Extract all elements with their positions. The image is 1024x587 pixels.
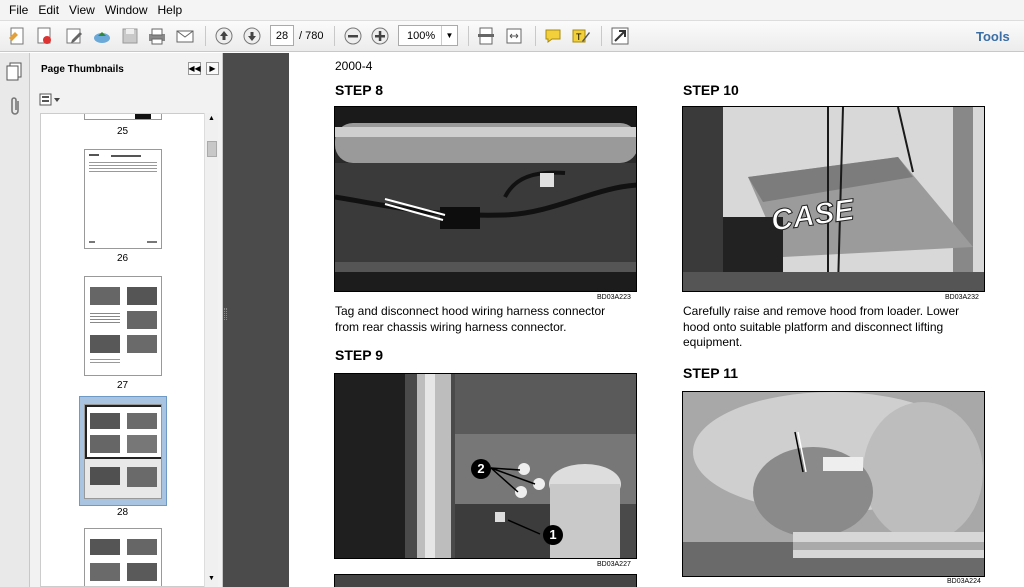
thumbnail-page-27[interactable] — [84, 276, 162, 376]
page-thumbnails-icon[interactable] — [6, 61, 24, 84]
scrollbar-thumb[interactable] — [207, 141, 217, 157]
text-line: Carefully raise and remove hood from loa… — [683, 304, 960, 318]
step-heading: STEP 10 — [683, 82, 739, 98]
thumbnail-label: 28 — [116, 507, 129, 518]
step-heading: STEP 8 — [335, 82, 383, 98]
chevron-down-icon[interactable]: ▼ — [441, 26, 457, 45]
create-pdf-icon[interactable] — [6, 25, 28, 47]
email-icon[interactable] — [174, 25, 196, 47]
scroll-up-icon[interactable]: ▲ — [205, 115, 218, 125]
thumbnail-label: 27 — [116, 380, 129, 391]
figure-code: BD03A232 — [945, 294, 979, 301]
thumbnail-label: 25 — [116, 126, 129, 137]
text-line: hood onto suitable platform and disconne… — [683, 319, 944, 334]
callout-2: 2 — [477, 461, 485, 476]
zoom-value: 100% — [407, 29, 436, 42]
zoom-select[interactable]: 100% ▼ — [398, 25, 458, 46]
menu-view[interactable]: View — [64, 3, 100, 17]
toolbar: T — [0, 21, 1024, 52]
page-number-input[interactable]: 28 — [270, 25, 294, 46]
toolbar-separator — [601, 26, 602, 46]
cloud-upload-icon[interactable] — [91, 25, 113, 47]
toolbar-separator — [535, 26, 536, 46]
document-background — [223, 53, 289, 587]
menu-edit[interactable]: Edit — [33, 3, 64, 17]
toolbar-separator — [468, 26, 469, 46]
thumbnail-page-29[interactable] — [84, 528, 162, 586]
text-line: from rear chassis wiring harness connect… — [335, 319, 567, 334]
menu-file[interactable]: File — [4, 3, 33, 17]
splitter-grip[interactable] — [224, 308, 227, 320]
page-count-label: / 780 — [299, 30, 324, 42]
panel-title: Page Thumbnails — [41, 64, 124, 75]
step-heading: STEP 11 — [683, 365, 739, 381]
thumbnail-page-26[interactable] — [84, 149, 162, 249]
menu-bar: File Edit View Window Help — [0, 0, 1024, 21]
previous-page-icon[interactable] — [213, 25, 235, 47]
save-icon[interactable] — [119, 25, 141, 47]
combine-pdf-icon[interactable] — [34, 25, 56, 47]
thumbnail-label: 26 — [116, 253, 129, 264]
thumbnails-panel: Page Thumbnails ◀◀ ▶ 25 26 27 28 ▲ ▼ — [30, 53, 223, 587]
options-menu-icon[interactable] — [39, 93, 61, 107]
step-10-text: Carefully raise and remove hood from loa… — [683, 304, 959, 351]
navigation-pane-strip — [0, 53, 30, 587]
text-line: Tag and disconnect hood wiring harness c… — [335, 304, 606, 318]
full-screen-icon[interactable] — [609, 25, 631, 47]
attachments-icon[interactable] — [7, 97, 23, 120]
collapse-panel-icon[interactable]: ◀◀ — [188, 62, 201, 75]
svg-text:T: T — [576, 32, 582, 42]
thumbnail-list[interactable]: 25 26 27 28 — [40, 113, 213, 587]
text-line: equipment. — [683, 335, 743, 349]
comment-icon[interactable] — [542, 25, 564, 47]
step-heading: STEP 9 — [335, 347, 383, 363]
scroll-down-icon[interactable]: ▼ — [205, 575, 218, 585]
step-9-photo: 2 1 — [334, 373, 637, 559]
step-8-photo — [334, 106, 637, 292]
callout-1: 1 — [549, 527, 557, 542]
toolbar-separator — [334, 26, 335, 46]
zoom-out-icon[interactable] — [342, 25, 364, 47]
menu-window[interactable]: Window — [100, 3, 153, 17]
menu-help[interactable]: Help — [153, 3, 188, 17]
expand-panel-icon[interactable]: ▶ — [206, 62, 219, 75]
fit-page-icon[interactable] — [475, 25, 497, 47]
figure-code: BD03A227 — [597, 561, 631, 568]
thumbnail-scrollbar[interactable]: ▲ ▼ — [204, 113, 218, 587]
next-page-icon[interactable] — [241, 25, 263, 47]
thumbnail-page-28[interactable] — [84, 404, 162, 499]
document-page: 2000-4 STEP 8 BD03A223 Tag and disconnec… — [289, 53, 1024, 587]
section-number: 2000-4 — [335, 59, 373, 73]
zoom-in-icon[interactable] — [369, 25, 391, 47]
highlight-icon[interactable]: T — [570, 25, 592, 47]
toolbar-separator — [205, 26, 206, 46]
tools-button[interactable]: Tools — [976, 29, 1010, 44]
print-icon[interactable] — [146, 25, 168, 47]
step-11-photo — [682, 391, 985, 577]
thumbnail-page-25[interactable] — [84, 114, 162, 120]
fit-width-icon[interactable] — [503, 25, 525, 47]
step-8-text: Tag and disconnect hood wiring harness c… — [335, 304, 605, 335]
figure-code: BD03A223 — [597, 294, 631, 301]
edit-pdf-icon[interactable] — [63, 25, 85, 47]
figure-code: BD03A224 — [947, 578, 981, 585]
step-10-photo: CASE — [682, 106, 985, 292]
next-step-photo-top — [334, 574, 637, 587]
